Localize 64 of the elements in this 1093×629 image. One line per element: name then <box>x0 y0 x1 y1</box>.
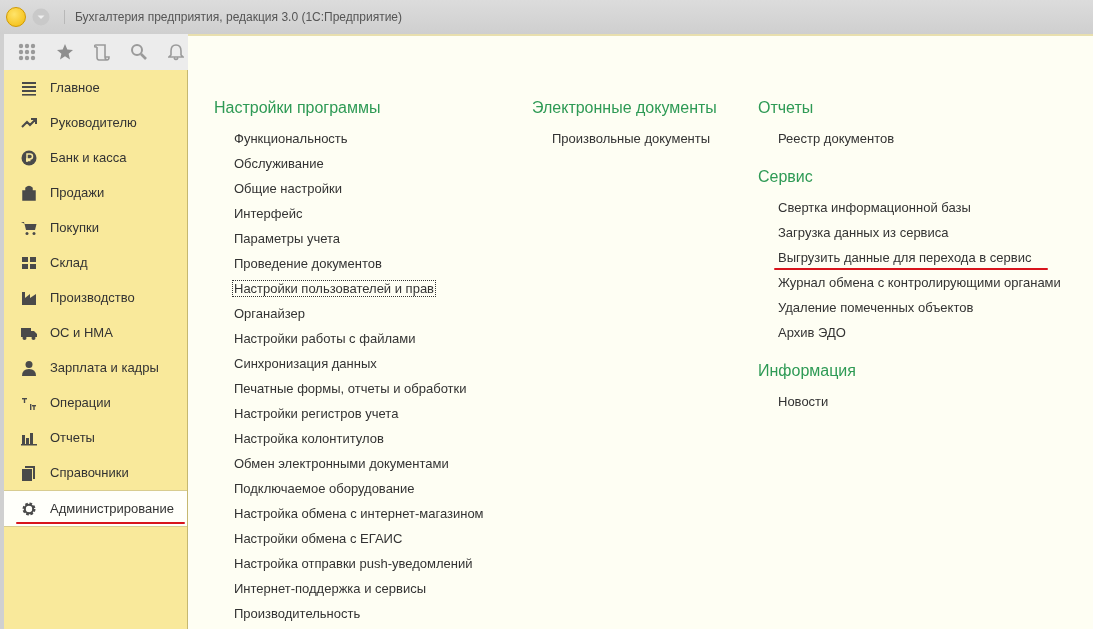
menu-link[interactable]: Параметры учета <box>232 230 343 247</box>
menu-link[interactable]: Производительность <box>232 605 363 622</box>
sidebar-item[interactable]: Покупки <box>4 210 187 245</box>
menu-link[interactable]: Журнал обмена с контролирующими органами <box>776 274 1063 291</box>
section-heading: Информация <box>758 361 857 381</box>
menu-link[interactable]: Произвольные документы <box>550 130 713 147</box>
apps-grid-icon[interactable] <box>18 43 36 61</box>
search-icon[interactable] <box>130 43 148 61</box>
sidebar-item[interactable]: Банк и касса <box>4 140 187 175</box>
sidebar-item[interactable]: Склад <box>4 245 187 280</box>
sidebar-item[interactable]: Администрирование <box>4 490 187 527</box>
menu-link[interactable]: Настройки работы с файлами <box>232 330 418 347</box>
sidebar-item[interactable]: Операции <box>4 385 187 420</box>
scroll-icon[interactable] <box>94 43 110 61</box>
menu-link[interactable]: Настройки пользователей и прав <box>232 280 437 297</box>
menu-link[interactable]: Настройки обмена с ЕГАИС <box>232 530 405 547</box>
grid-icon <box>21 254 37 271</box>
window-title: Бухгалтерия предприятия, редакция 3.0 (1С:Предприятие) <box>64 10 403 24</box>
menu-link[interactable]: Синхронизация данных <box>232 355 379 372</box>
menu-link[interactable]: Органайзер <box>232 305 307 322</box>
person-icon <box>21 359 37 376</box>
cart-icon <box>21 219 37 236</box>
menu-link[interactable]: Общие настройки <box>232 180 344 197</box>
menu-link[interactable]: Настройки регистров учета <box>232 405 401 422</box>
menu-link[interactable]: Выгрузить данные для перехода в сервис <box>776 249 1034 266</box>
menu-link[interactable]: Настройка обмена с интернет-магазином <box>232 505 486 522</box>
logo-icon <box>6 7 26 27</box>
sidebar-item[interactable]: ОС и НМА <box>4 315 187 350</box>
menu-link[interactable]: Обслуживание <box>232 155 326 172</box>
star-icon[interactable] <box>56 43 74 61</box>
menu-link[interactable]: Интернет-поддержка и сервисы <box>232 580 429 597</box>
shopping-bag-icon <box>21 184 37 201</box>
sidebar-item[interactable]: Отчеты <box>4 420 187 455</box>
menu-link[interactable]: Обмен электронными документами <box>232 455 451 472</box>
section-heading: Электронные документы <box>532 98 718 118</box>
menu-link[interactable]: Интерфейс <box>232 205 305 222</box>
menu-link[interactable]: Функциональность <box>232 130 350 147</box>
menu-link[interactable]: Удаление помеченных объектов <box>776 299 976 316</box>
sidebar-item[interactable]: Зарплата и кадры <box>4 350 187 385</box>
sidebar-item[interactable]: Продажи <box>4 175 187 210</box>
menu-link[interactable]: Проведение документов <box>232 255 384 272</box>
section-heading: Отчеты <box>758 98 815 118</box>
menu-link[interactable]: Свертка информационной базы <box>776 199 973 216</box>
menu-link[interactable]: Загрузка данных из сервиса <box>776 224 951 241</box>
menu-link[interactable]: Реестр документов <box>776 130 897 147</box>
settings-icon <box>21 500 37 517</box>
sidebar-item[interactable]: Руководителю <box>4 105 187 140</box>
sidebar-item[interactable]: Справочники <box>4 455 187 490</box>
section-heading: Сервис <box>758 167 814 187</box>
menu-link[interactable]: Настройка отправки push-уведомлений <box>232 555 475 572</box>
menu-link[interactable]: Печатные формы, отчеты и обработки <box>232 380 469 397</box>
menu-link[interactable]: Новости <box>776 393 831 410</box>
factory-icon <box>21 289 37 306</box>
sidebar-item[interactable]: Главное <box>4 70 187 105</box>
ruble-coin-icon <box>21 149 37 166</box>
list-icon <box>21 79 37 96</box>
sidebar-item[interactable]: Производство <box>4 280 187 315</box>
books-icon <box>21 464 37 481</box>
menu-link[interactable]: Архив ЭДО <box>776 324 848 341</box>
menu-link[interactable]: Настройка колонтитулов <box>232 430 386 447</box>
menu-link[interactable]: Подключаемое оборудование <box>232 480 417 497</box>
bell-icon[interactable] <box>168 43 184 61</box>
caret-icon[interactable] <box>32 8 50 26</box>
section-heading: Настройки программы <box>214 98 382 118</box>
